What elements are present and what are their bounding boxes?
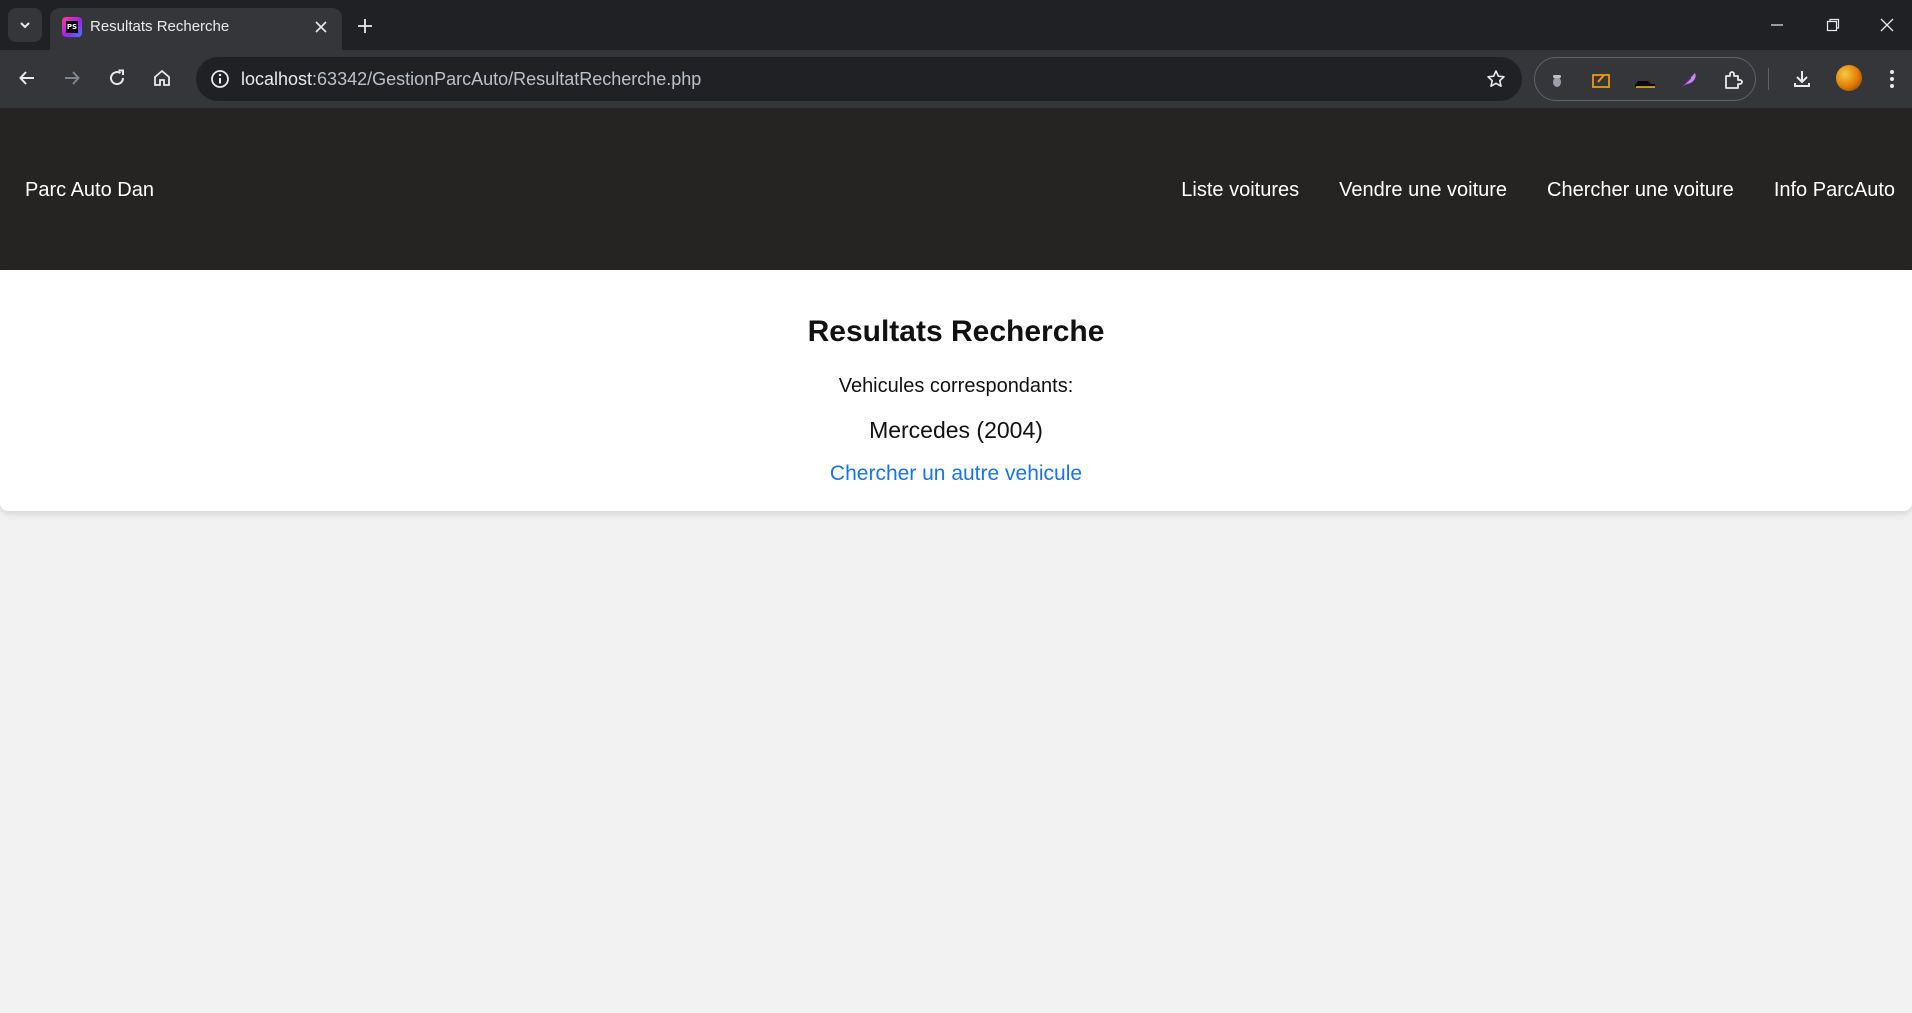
acorn-icon <box>1553 75 1561 87</box>
nav-link-info-parcauto[interactable]: Info ParcAuto <box>1774 178 1895 202</box>
nav-link-vendre-voiture[interactable]: Vendre une voiture <box>1339 178 1507 202</box>
extension-feather-button[interactable] <box>1677 68 1701 92</box>
avatar[interactable] <box>1836 65 1862 91</box>
star-icon <box>1487 70 1505 87</box>
download-icon <box>1794 71 1810 87</box>
reload-button[interactable] <box>101 62 133 94</box>
home-icon <box>154 69 170 86</box>
address-bar[interactable]: localhost:63342/GestionParcAuto/Resultat… <box>196 57 1522 101</box>
search-again-link[interactable]: Chercher un autre vehicule <box>830 462 1082 485</box>
close-icon <box>315 21 327 33</box>
close-tab-button[interactable] <box>312 18 330 36</box>
new-tab-button[interactable] <box>352 13 378 39</box>
list-item: Mercedes (2004) <box>869 417 1043 443</box>
results-card: Resultats Recherche Vehicules correspond… <box>0 270 1912 511</box>
extension-acorn-button[interactable] <box>1545 68 1569 92</box>
bookmark-button[interactable] <box>1484 67 1508 91</box>
extensions-group <box>1534 57 1756 101</box>
brand-link[interactable]: Parc Auto Dan <box>25 178 154 202</box>
url-path: :63342/GestionParcAuto/ResultatRecherche… <box>312 69 702 89</box>
back-arrow-icon <box>19 71 34 85</box>
extension-clipboard-button[interactable] <box>1589 68 1613 92</box>
back-button[interactable] <box>11 62 43 94</box>
minimize-button[interactable] <box>1749 0 1805 50</box>
chevron-down-icon <box>20 22 30 29</box>
kebab-menu-icon <box>1890 70 1894 88</box>
nav-link-liste-voitures[interactable]: Liste voitures <box>1181 178 1299 202</box>
downloads-button[interactable] <box>1786 63 1818 95</box>
window-close-icon <box>1880 18 1893 32</box>
extension-car-button[interactable] <box>1633 68 1657 92</box>
results-subtitle: Vehicules correspondants: <box>838 375 1074 397</box>
site-info-button[interactable] <box>204 63 236 95</box>
browser-tab-strip: PS Resultats Recherche <box>0 0 1912 50</box>
reload-icon <box>110 69 125 86</box>
site-navbar: Parc Auto Dan Liste voitures Vendre une … <box>0 108 1912 270</box>
url-host: localhost <box>241 69 313 89</box>
favicon-text: PS <box>66 21 78 33</box>
browser-tab-active[interactable]: PS Resultats Recherche <box>50 8 342 50</box>
feather-icon <box>1681 73 1696 88</box>
nav-links: Liste voitures Vendre une voiture Cherch… <box>1141 178 1895 202</box>
plus-icon <box>358 19 372 33</box>
tab-search-button[interactable] <box>8 8 42 42</box>
forward-arrow-icon <box>65 71 80 85</box>
forward-button[interactable] <box>56 62 88 94</box>
phpstorm-favicon-icon: PS <box>62 17 82 37</box>
browser-menu-button[interactable] <box>1876 63 1908 95</box>
search-again-row: Chercher un autre vehicule <box>0 462 1912 486</box>
site-info-icon <box>211 70 229 88</box>
tab-title: Resultats Recherche <box>90 18 230 35</box>
address-url: localhost:63342/GestionParcAuto/Resultat… <box>241 69 701 89</box>
nav-link-chercher-voiture[interactable]: Chercher une voiture <box>1547 178 1734 202</box>
toolbar-separator <box>1768 68 1769 90</box>
clipboard-icon <box>1592 74 1610 88</box>
extensions-menu-button[interactable] <box>1721 68 1745 92</box>
restore-button[interactable] <box>1805 0 1861 50</box>
car-icon <box>1635 81 1655 88</box>
page-title: Resultats Recherche <box>807 315 1105 348</box>
window-close-button[interactable] <box>1861 0 1912 50</box>
minimize-icon <box>1771 24 1783 26</box>
home-button[interactable] <box>146 62 178 94</box>
browser-toolbar: localhost:63342/GestionParcAuto/Resultat… <box>0 50 1912 108</box>
restore-icon <box>1826 18 1840 32</box>
puzzle-icon <box>1725 71 1743 89</box>
